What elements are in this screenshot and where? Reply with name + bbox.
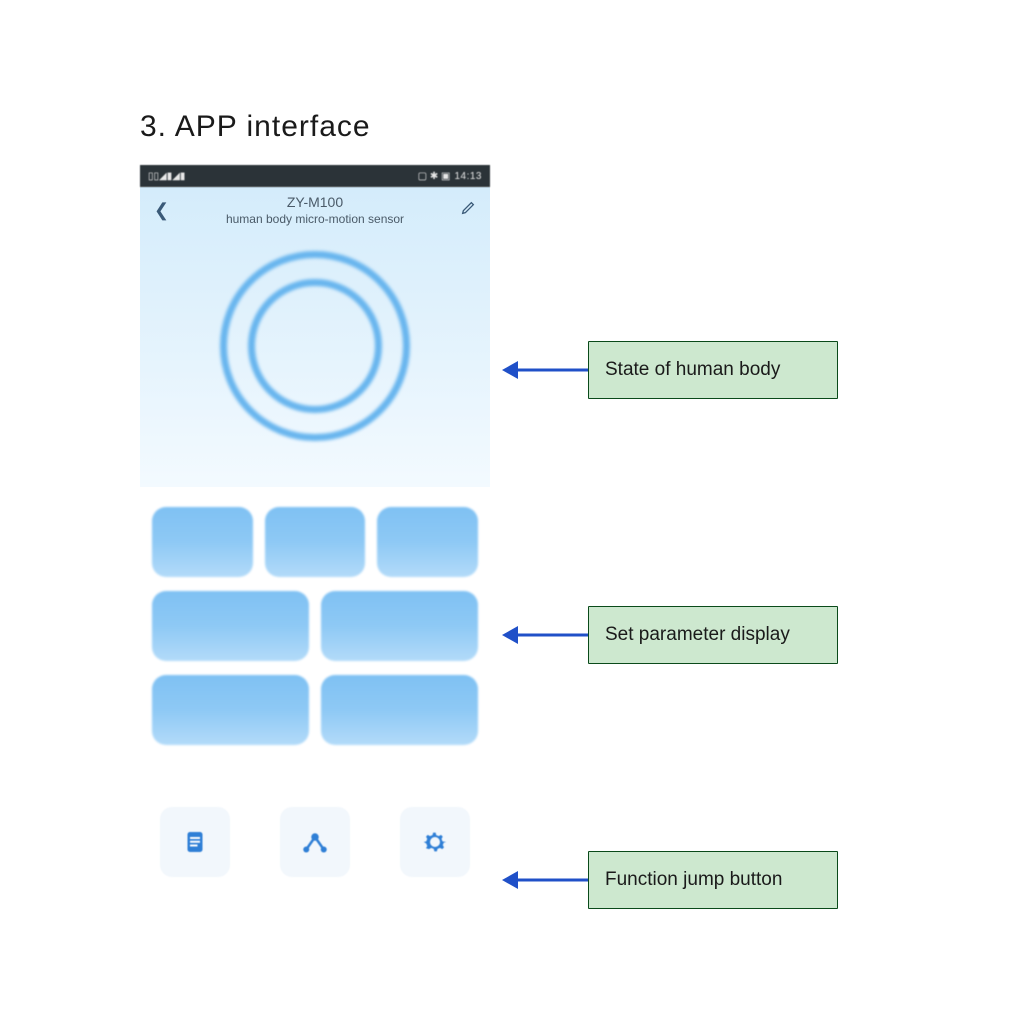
state-indicator bbox=[220, 251, 410, 441]
log-button[interactable] bbox=[160, 807, 230, 877]
arrow-icon bbox=[498, 605, 588, 665]
edit-button[interactable] bbox=[454, 200, 476, 221]
param-tile[interactable] bbox=[321, 675, 478, 745]
param-tile[interactable] bbox=[152, 675, 309, 745]
hero-panel: ❮ ZY-M100 human body micro-motion sensor bbox=[140, 187, 490, 487]
callout-label: Function jump button bbox=[588, 851, 838, 909]
radar-ring-inner bbox=[248, 279, 382, 413]
network-icon bbox=[300, 827, 330, 857]
status-right: ▢ ✱ ▣ 14:13 bbox=[418, 171, 482, 182]
param-tile[interactable] bbox=[321, 591, 478, 661]
arrow-icon bbox=[498, 850, 588, 910]
phone-mock: ▯▯◢▮◢▮ ▢ ✱ ▣ 14:13 ❮ ZY-M100 human body … bbox=[140, 165, 490, 955]
function-bar bbox=[140, 759, 490, 877]
callout-label: Set parameter display bbox=[588, 606, 838, 664]
back-button[interactable]: ❮ bbox=[154, 201, 176, 219]
hero-titles: ZY-M100 human body micro-motion sensor bbox=[176, 194, 454, 226]
section-heading: 3. APP interface bbox=[140, 110, 371, 144]
device-title: ZY-M100 bbox=[176, 194, 454, 210]
scene-button[interactable] bbox=[280, 807, 350, 877]
settings-button[interactable] bbox=[400, 807, 470, 877]
param-tile[interactable] bbox=[265, 507, 366, 577]
chevron-left-icon: ❮ bbox=[154, 200, 169, 220]
param-tile[interactable] bbox=[152, 591, 309, 661]
status-right-icons: ▢ ✱ ▣ bbox=[418, 171, 451, 182]
document-icon bbox=[180, 827, 210, 857]
param-tile[interactable] bbox=[377, 507, 478, 577]
arrow-icon bbox=[498, 340, 588, 400]
status-left-icons: ▯▯◢▮◢▮ bbox=[148, 171, 185, 182]
callout-func: Function jump button bbox=[498, 850, 838, 910]
gear-icon bbox=[420, 827, 450, 857]
pencil-icon bbox=[460, 200, 476, 216]
status-bar: ▯▯◢▮◢▮ ▢ ✱ ▣ 14:13 bbox=[140, 165, 490, 187]
callout-label: State of human body bbox=[588, 341, 838, 399]
callout-state: State of human body bbox=[498, 340, 838, 400]
callout-params: Set parameter display bbox=[498, 605, 838, 665]
status-time: 14:13 bbox=[454, 171, 482, 182]
param-tile[interactable] bbox=[152, 507, 253, 577]
parameter-grid bbox=[140, 487, 490, 759]
device-subtitle: human body micro-motion sensor bbox=[176, 212, 454, 226]
